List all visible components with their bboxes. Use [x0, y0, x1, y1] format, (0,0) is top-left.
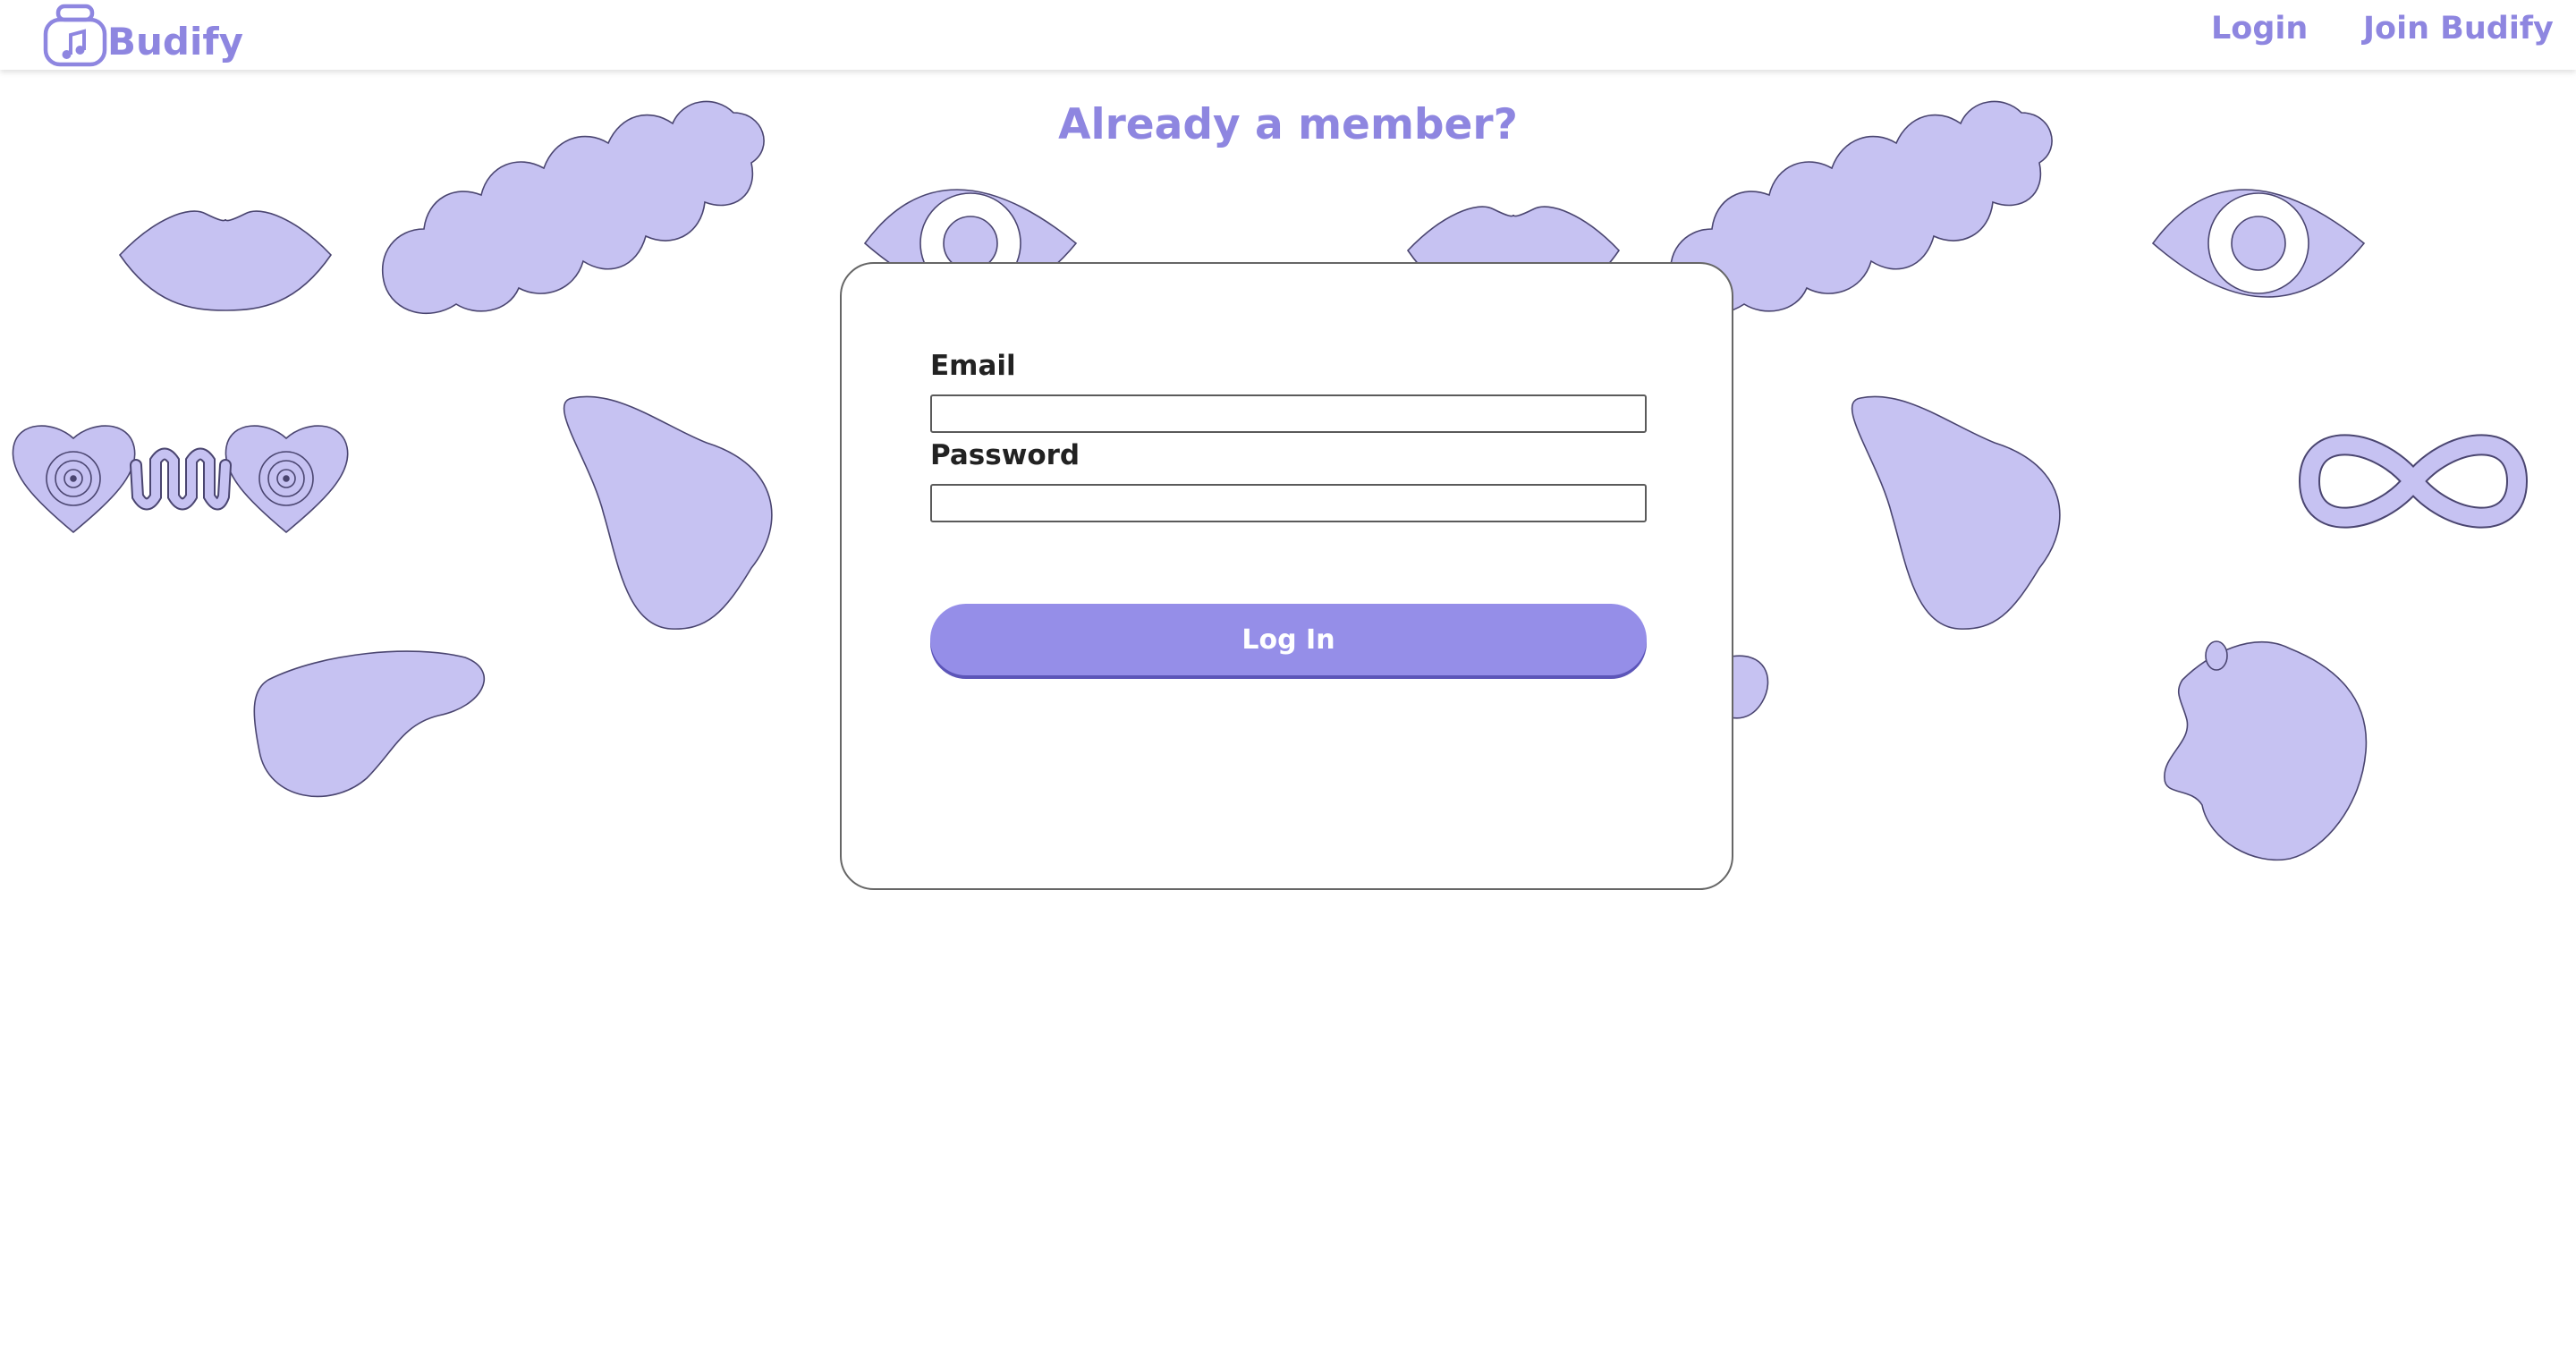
- nav-login-link[interactable]: Login: [2211, 11, 2308, 47]
- brand-name: Budify: [107, 19, 244, 64]
- infinity-icon: [2298, 434, 2529, 529]
- email-label: Email: [930, 350, 1016, 382]
- blob-icon: [1851, 395, 2061, 630]
- nav-join-link[interactable]: Join Budify: [2363, 11, 2554, 47]
- splash-icon: [2164, 640, 2368, 861]
- lips-icon: [119, 210, 332, 311]
- page-title: Already a member?: [1058, 100, 1518, 149]
- heart-vinyl-icon: [12, 425, 349, 534]
- top-navbar: Budify Login Join Budify: [0, 0, 2576, 70]
- brand-logo[interactable]: Budify: [41, 2, 243, 68]
- login-button[interactable]: Log In: [930, 604, 1647, 675]
- blob-icon: [563, 395, 773, 630]
- music-jar-icon: [43, 4, 107, 67]
- blob-icon: [253, 650, 485, 798]
- password-field[interactable]: [930, 484, 1647, 522]
- password-label: Password: [930, 439, 1080, 471]
- email-field[interactable]: [930, 394, 1647, 433]
- login-card: Email Password Log In: [840, 262, 1733, 890]
- eye-icon: [2152, 189, 2365, 298]
